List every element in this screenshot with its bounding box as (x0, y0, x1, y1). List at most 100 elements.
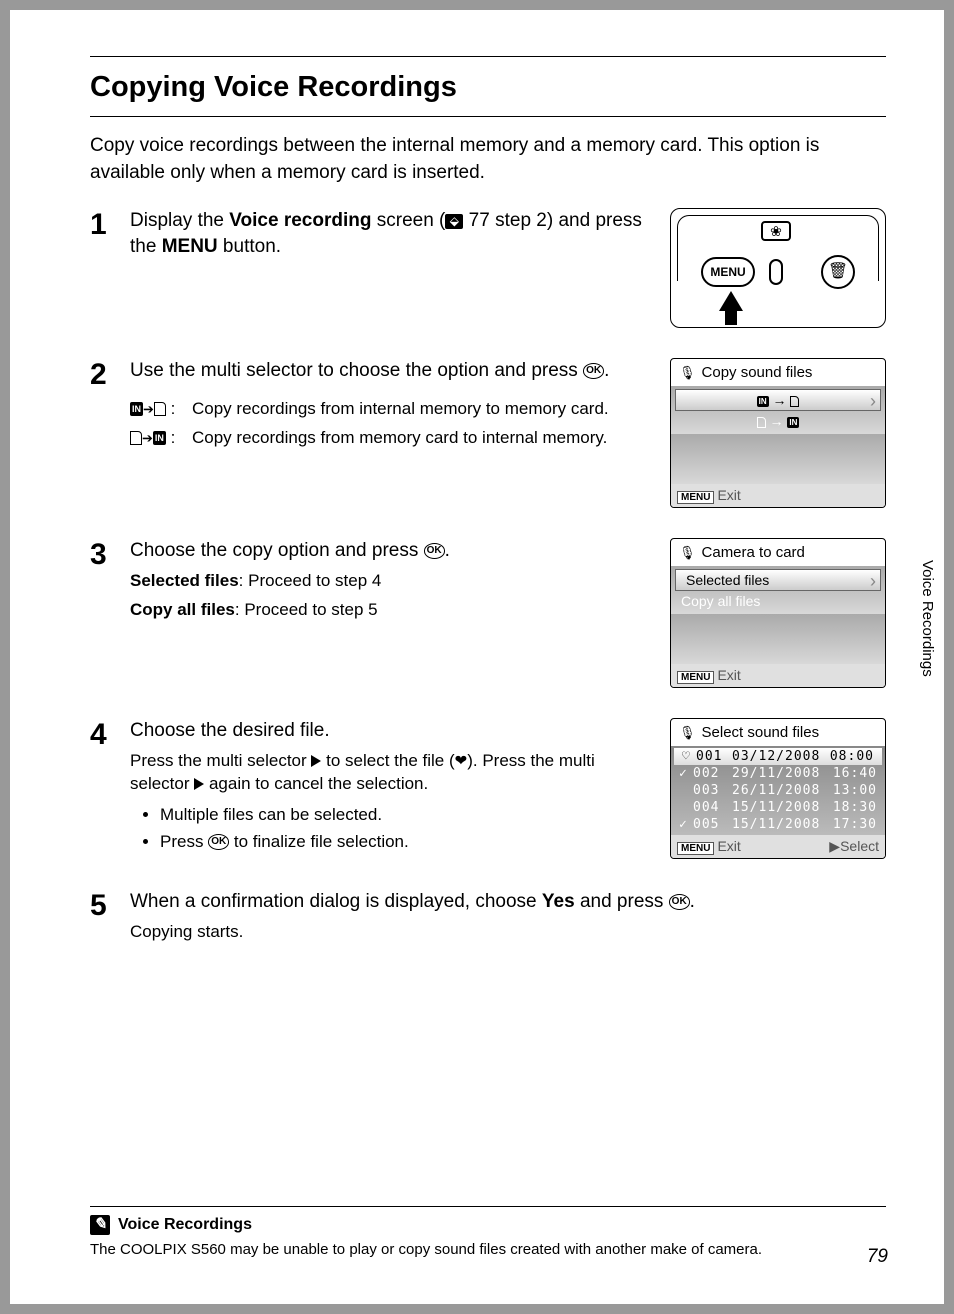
step-4: 4 Choose the desired file. Press the mul… (90, 718, 886, 859)
lcd-row-selected: IN → (675, 389, 881, 411)
text: Press (160, 832, 208, 851)
menu-button-illustration: MENU (701, 257, 755, 287)
text: button. (218, 236, 281, 257)
lcd-row: Copy all files (671, 591, 885, 611)
exit-label: Exit (717, 838, 740, 854)
step-3: 3 Choose the copy option and press OK. S… (90, 538, 886, 688)
lcd-file-row: ✓00515/11/200817:30 (671, 816, 885, 833)
step-4-body: Press the multi selector to select the f… (130, 750, 654, 796)
page-ref-icon: ⬙ (445, 214, 463, 229)
text: Copy recordings from memory card to inte… (192, 427, 654, 450)
text: to finalize file selection. (229, 832, 409, 851)
text: Copy all files (130, 600, 235, 619)
internal-icon: IN (153, 431, 166, 445)
text: Selected files (130, 571, 239, 590)
pill-button-illustration (769, 259, 783, 285)
page-ref: 77 (469, 210, 490, 231)
intro-paragraph: Copy voice recordings between the intern… (90, 133, 886, 186)
card-icon (130, 431, 142, 445)
lcd-title: Copy sound files (702, 364, 813, 381)
exit-label: Exit (717, 667, 740, 683)
selected-files-line: Selected files: Proceed to step 4 (130, 570, 654, 593)
step-3-text: Choose the copy option and press OK. (130, 538, 654, 564)
step-number: 4 (90, 718, 130, 859)
page-title: Copying Voice Recordings (90, 65, 886, 117)
card-icon (154, 402, 166, 416)
step-number: 3 (90, 538, 130, 688)
ok-icon: OK (208, 834, 229, 850)
lcd-title: Select sound files (702, 724, 820, 741)
lcd-row-selected: Selected files (675, 569, 881, 591)
step-2: 2 Use the multi selector to choose the o… (90, 358, 886, 508)
text: Voice recording (229, 210, 371, 231)
note-text: The COOLPIX S560 may be unable to play o… (90, 1241, 886, 1258)
text: to select the file ( (321, 751, 454, 770)
lcd-screen-copy-sound: 🎙 Copy sound files IN → → IN MENUExit (670, 358, 886, 508)
ok-icon: OK (669, 894, 690, 910)
ok-icon: OK (424, 543, 445, 559)
lcd-screen-camera-to-card: 🎙 Camera to card Selected files Copy all … (670, 538, 886, 688)
text: : Proceed to step 5 (235, 600, 378, 619)
side-tab: Voice Recordings (919, 560, 936, 677)
arrow-up-icon (719, 291, 743, 311)
mic-icon: 🎙 (679, 725, 696, 741)
text: Press the multi selector (130, 751, 311, 770)
lcd-screen-select-files: 🎙Select sound files ♡00103/12/200808:00✓… (670, 718, 886, 859)
text: and press (575, 891, 669, 912)
step-1-text: Display the Voice recording screen (⬙ 77… (130, 208, 654, 259)
text: Use the multi selector to choose the opt… (130, 360, 583, 381)
bullet: Press OK to finalize file selection. (160, 831, 654, 854)
arrow-right-icon: ➔ (143, 402, 154, 417)
lcd-title: Camera to card (702, 544, 805, 561)
copy-all-line: Copy all files: Proceed to step 5 (130, 599, 654, 622)
camera-illustration: ❀ MENU 🗑 (670, 208, 886, 328)
menu-tag: MENU (677, 842, 714, 855)
mic-icon: 🎙 (679, 365, 696, 381)
trash-icon: 🗑 (821, 255, 855, 289)
step-number: 2 (90, 358, 130, 508)
copy-direction-row: ➔IN : Copy recordings from memory card t… (130, 427, 654, 450)
ok-icon: OK (583, 363, 604, 379)
macro-icon: ❀ (761, 221, 791, 241)
mic-icon: 🎙 (679, 545, 696, 561)
lcd-file-row: 00326/11/200813:00 (671, 782, 885, 799)
menu-word: MENU (162, 236, 218, 257)
text: Choose the copy option and press (130, 540, 424, 561)
lcd-file-row: ♡00103/12/200808:00 (674, 748, 882, 765)
text: . (604, 360, 609, 381)
menu-tag: MENU (677, 671, 714, 684)
text: . (690, 891, 695, 912)
select-label: ▶Select (829, 838, 879, 855)
step-5-text: When a confirmation dialog is displayed,… (130, 889, 886, 915)
step-5-body: Copying starts. (130, 921, 886, 944)
step-number: 1 (90, 208, 130, 328)
arrow-stem (725, 309, 737, 325)
text: When a confirmation dialog is displayed,… (130, 891, 542, 912)
arrow-right-icon: ➔ (142, 431, 153, 446)
text: Copy recordings from internal memory to … (192, 398, 654, 421)
triangle-right-icon (311, 755, 321, 767)
exit-label: Exit (717, 487, 740, 503)
bullet: Multiple files can be selected. (160, 804, 654, 827)
step-1: 1 Display the Voice recording screen (⬙ … (90, 208, 886, 328)
text: Display the (130, 210, 229, 231)
menu-tag: MENU (677, 491, 714, 504)
step-2-text: Use the multi selector to choose the opt… (130, 358, 654, 384)
lcd-file-row: ✓00229/11/200816:40 (671, 765, 885, 782)
pencil-icon: ✎ (90, 1215, 110, 1235)
triangle-right-icon (194, 778, 204, 790)
heart-check-icon: ❤ (455, 752, 468, 769)
lcd-row: → IN (671, 411, 885, 431)
text: . (445, 540, 450, 561)
step-4-heading: Choose the desired file. (130, 718, 654, 744)
text: again to cancel the selection. (204, 774, 428, 793)
step-number: 5 (90, 889, 130, 944)
lcd-file-row: 00415/11/200818:30 (671, 799, 885, 816)
step-5: 5 When a confirmation dialog is displaye… (90, 889, 886, 944)
copy-direction-row: IN➔ : Copy recordings from internal memo… (130, 398, 654, 421)
internal-icon: IN (130, 402, 143, 416)
note-title: Voice Recordings (118, 1216, 252, 1234)
text: screen ( (371, 210, 445, 231)
text: Yes (542, 891, 575, 912)
text: : Proceed to step 4 (239, 571, 382, 590)
